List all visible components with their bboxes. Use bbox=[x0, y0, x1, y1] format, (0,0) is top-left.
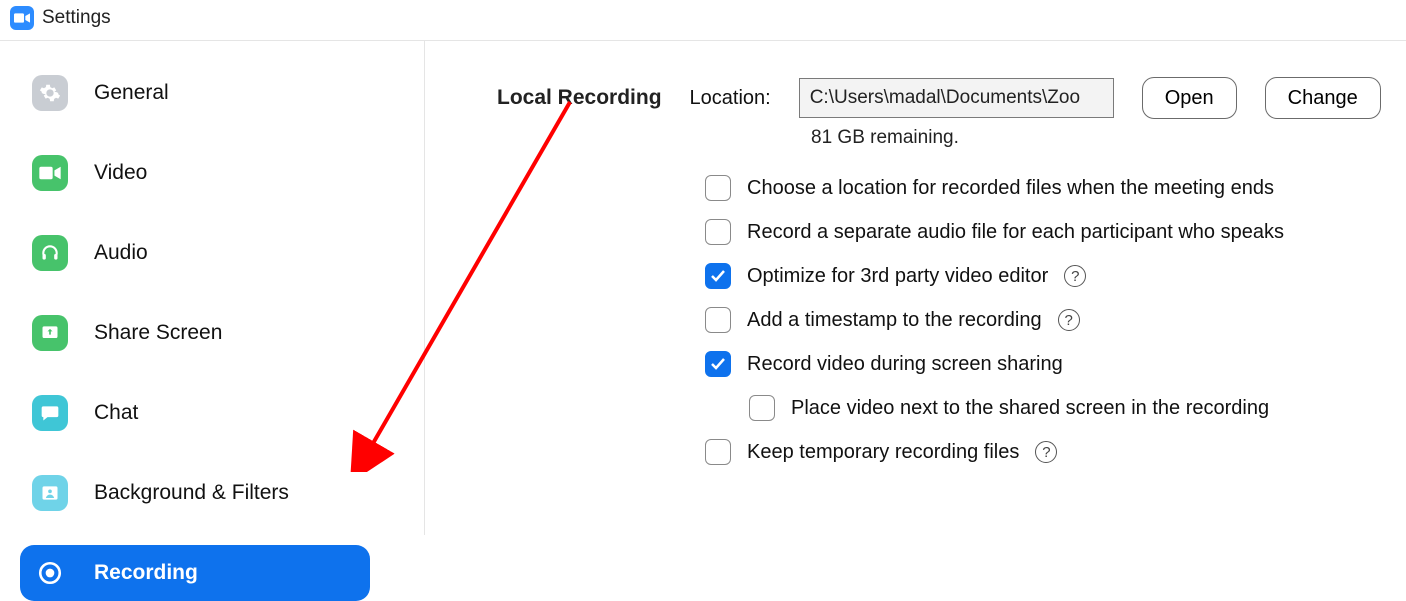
help-icon[interactable]: ? bbox=[1058, 309, 1080, 331]
checkbox[interactable] bbox=[705, 263, 731, 289]
checkbox[interactable] bbox=[749, 395, 775, 421]
settings-sidebar: General Video Audio Share Screen Chat bbox=[0, 41, 425, 535]
option-label: Record a separate audio file for each pa… bbox=[747, 221, 1284, 244]
chat-icon bbox=[32, 395, 68, 431]
sidebar-item-chat[interactable]: Chat bbox=[20, 385, 370, 441]
change-button[interactable]: Change bbox=[1265, 77, 1381, 119]
opt-place-video-next[interactable]: Place video next to the shared screen in… bbox=[749, 395, 1386, 421]
headphones-icon bbox=[32, 235, 68, 271]
sidebar-item-label: Video bbox=[94, 161, 147, 185]
checkbox[interactable] bbox=[705, 175, 731, 201]
background-filters-icon bbox=[32, 475, 68, 511]
sidebar-item-background-filters[interactable]: Background & Filters bbox=[20, 465, 370, 521]
option-label: Optimize for 3rd party video editor bbox=[747, 265, 1048, 288]
sidebar-item-video[interactable]: Video bbox=[20, 145, 370, 201]
recording-options: Choose a location for recorded files whe… bbox=[705, 175, 1386, 465]
sidebar-item-label: General bbox=[94, 81, 169, 105]
opt-keep-temp-files[interactable]: Keep temporary recording files ? bbox=[705, 439, 1386, 465]
option-label: Record video during screen sharing bbox=[747, 353, 1063, 376]
sidebar-item-general[interactable]: General bbox=[20, 65, 370, 121]
location-path-field[interactable]: C:\Users\madal\Documents\Zoo bbox=[799, 78, 1114, 118]
option-label: Choose a location for recorded files whe… bbox=[747, 177, 1274, 200]
sidebar-item-label: Audio bbox=[94, 241, 148, 265]
storage-remaining: 81 GB remaining. bbox=[811, 127, 1386, 149]
zoom-app-icon bbox=[10, 6, 34, 30]
sidebar-item-label: Recording bbox=[94, 561, 198, 585]
titlebar: Settings bbox=[0, 0, 1406, 41]
gear-icon bbox=[32, 75, 68, 111]
help-icon[interactable]: ? bbox=[1064, 265, 1086, 287]
sidebar-item-share-screen[interactable]: Share Screen bbox=[20, 305, 370, 361]
opt-choose-location[interactable]: Choose a location for recorded files whe… bbox=[705, 175, 1386, 201]
window-title: Settings bbox=[42, 7, 111, 29]
option-label: Place video next to the shared screen in… bbox=[791, 397, 1269, 420]
record-icon bbox=[32, 555, 68, 591]
sidebar-item-label: Background & Filters bbox=[94, 481, 289, 505]
checkbox[interactable] bbox=[705, 351, 731, 377]
opt-optimize-3rd-party[interactable]: Optimize for 3rd party video editor ? bbox=[705, 263, 1386, 289]
opt-add-timestamp[interactable]: Add a timestamp to the recording ? bbox=[705, 307, 1386, 333]
checkbox[interactable] bbox=[705, 439, 731, 465]
checkbox[interactable] bbox=[705, 219, 731, 245]
location-path-value: C:\Users\madal\Documents\Zoo bbox=[810, 87, 1080, 109]
help-icon[interactable]: ? bbox=[1035, 441, 1057, 463]
sidebar-item-recording[interactable]: Recording bbox=[20, 545, 370, 601]
location-label: Location: bbox=[690, 87, 771, 110]
option-label: Keep temporary recording files bbox=[747, 441, 1019, 464]
section-title: Local Recording bbox=[497, 86, 662, 110]
sidebar-item-label: Share Screen bbox=[94, 321, 222, 345]
opt-separate-audio[interactable]: Record a separate audio file for each pa… bbox=[705, 219, 1386, 245]
opt-record-during-share[interactable]: Record video during screen sharing bbox=[705, 351, 1386, 377]
sidebar-item-label: Chat bbox=[94, 401, 138, 425]
sidebar-item-audio[interactable]: Audio bbox=[20, 225, 370, 281]
checkbox[interactable] bbox=[705, 307, 731, 333]
option-label: Add a timestamp to the recording bbox=[747, 309, 1042, 332]
share-screen-icon bbox=[32, 315, 68, 351]
open-button[interactable]: Open bbox=[1142, 77, 1237, 119]
video-icon bbox=[32, 155, 68, 191]
settings-main-panel: Local Recording Location: C:\Users\madal… bbox=[425, 41, 1406, 535]
